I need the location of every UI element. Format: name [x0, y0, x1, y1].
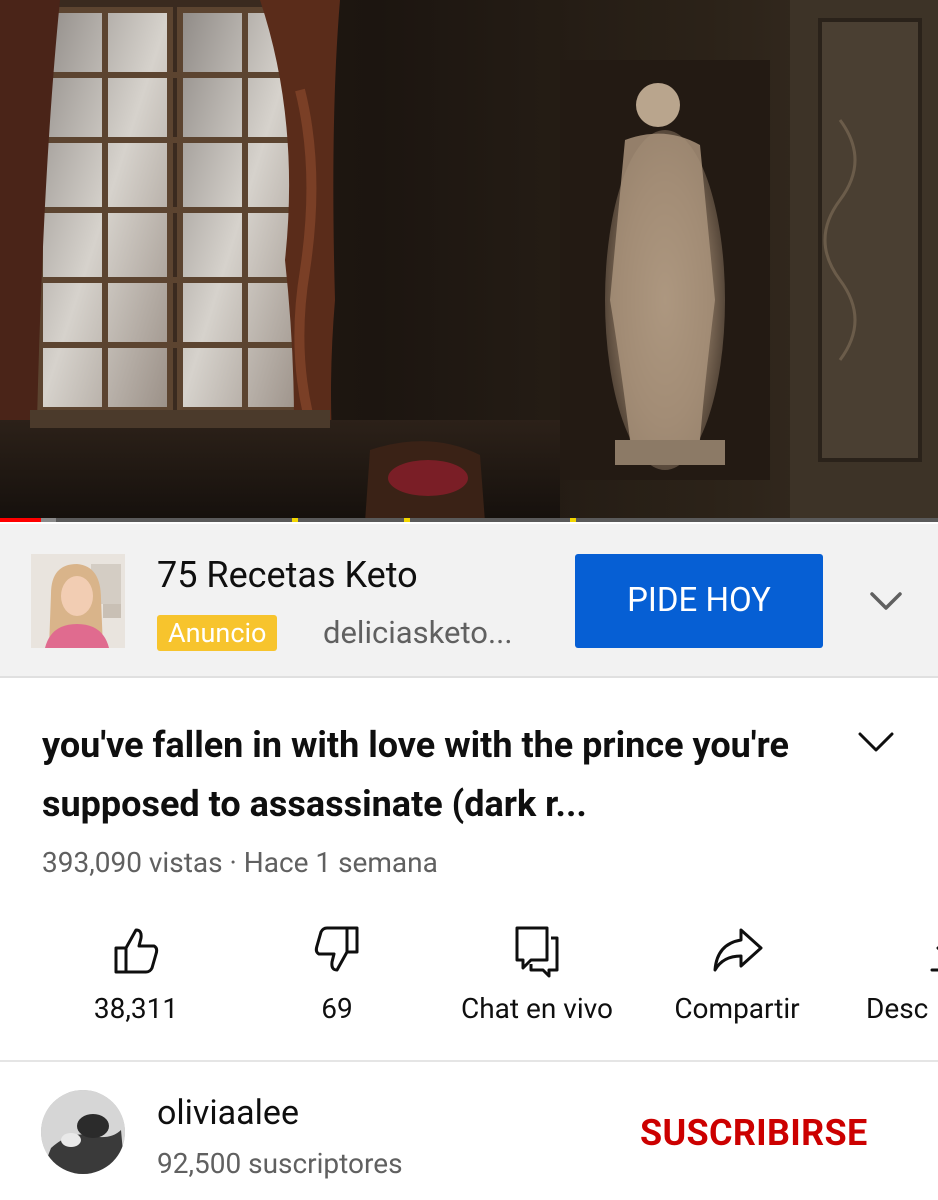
played-bar — [0, 518, 42, 522]
ad-badge: Anuncio — [157, 615, 278, 651]
download-label: Desc — [866, 992, 929, 1025]
thumbs-up-icon — [114, 928, 159, 974]
chapter-marker — [570, 518, 576, 522]
ad-title[interactable]: 75 Recetas Keto — [157, 554, 418, 596]
thumbs-down-icon — [314, 926, 359, 972]
download-icon — [930, 946, 938, 972]
video-player[interactable] — [0, 0, 938, 522]
live-chat-icon — [515, 926, 559, 978]
subscriber-count: 92,500 suscriptores — [157, 1147, 403, 1180]
ad-cta-button[interactable]: PIDE HOY — [575, 554, 823, 648]
live-chat-label: Chat en vivo — [461, 992, 613, 1025]
like-count: 38,311 — [93, 992, 179, 1025]
chapter-marker — [404, 518, 410, 522]
share-button[interactable]: Compartir — [662, 912, 812, 1032]
live-chat-button[interactable]: Chat en vivo — [447, 912, 627, 1032]
download-button[interactable]: Desc — [866, 912, 938, 1032]
share-label: Compartir — [674, 992, 800, 1025]
divider — [0, 1060, 938, 1062]
progress-bar[interactable] — [0, 518, 938, 522]
chevron-down-icon[interactable] — [856, 728, 896, 758]
share-icon — [713, 928, 763, 972]
ad-banner[interactable]: 75 Recetas Keto Anuncio deliciasketo... … — [0, 524, 938, 678]
subscribe-button[interactable]: SUSCRIBIRSE — [640, 1112, 868, 1154]
channel-avatar[interactable] — [41, 1090, 125, 1174]
video-title[interactable]: you've fallen in with love with the prin… — [42, 716, 802, 834]
like-button[interactable]: 38,311 — [66, 912, 206, 1032]
ad-domain[interactable]: deliciasketo... — [323, 614, 513, 651]
dislike-count: 69 — [321, 992, 353, 1025]
chapter-marker — [292, 518, 298, 522]
channel-name[interactable]: oliviaalee — [157, 1093, 299, 1133]
ad-thumbnail[interactable] — [31, 554, 125, 648]
dislike-button[interactable]: 69 — [267, 912, 407, 1032]
video-frame — [0, 0, 938, 522]
video-meta: 393,090 vistas · Hace 1 semana — [42, 846, 438, 879]
chevron-down-icon[interactable] — [866, 586, 906, 616]
